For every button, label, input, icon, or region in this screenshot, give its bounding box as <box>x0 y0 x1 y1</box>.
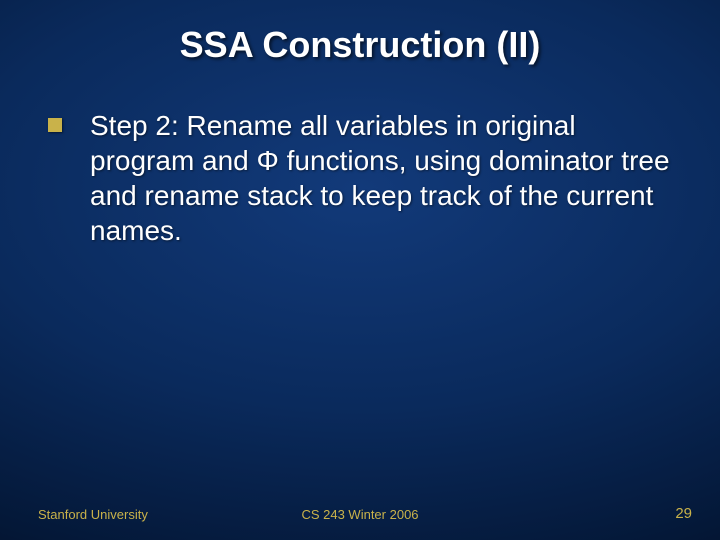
content-area: Step 2: Rename all variables in original… <box>0 108 720 248</box>
slide-title: SSA Construction (II) <box>0 0 720 66</box>
bullet-text: Step 2: Rename all variables in original… <box>90 108 680 248</box>
footer: Stanford University CS 243 Winter 2006 2… <box>0 505 720 522</box>
bullet-icon <box>48 118 62 132</box>
footer-center: CS 243 Winter 2006 <box>301 507 418 522</box>
footer-left: Stanford University <box>38 507 148 522</box>
slide-number: 29 <box>675 505 692 522</box>
